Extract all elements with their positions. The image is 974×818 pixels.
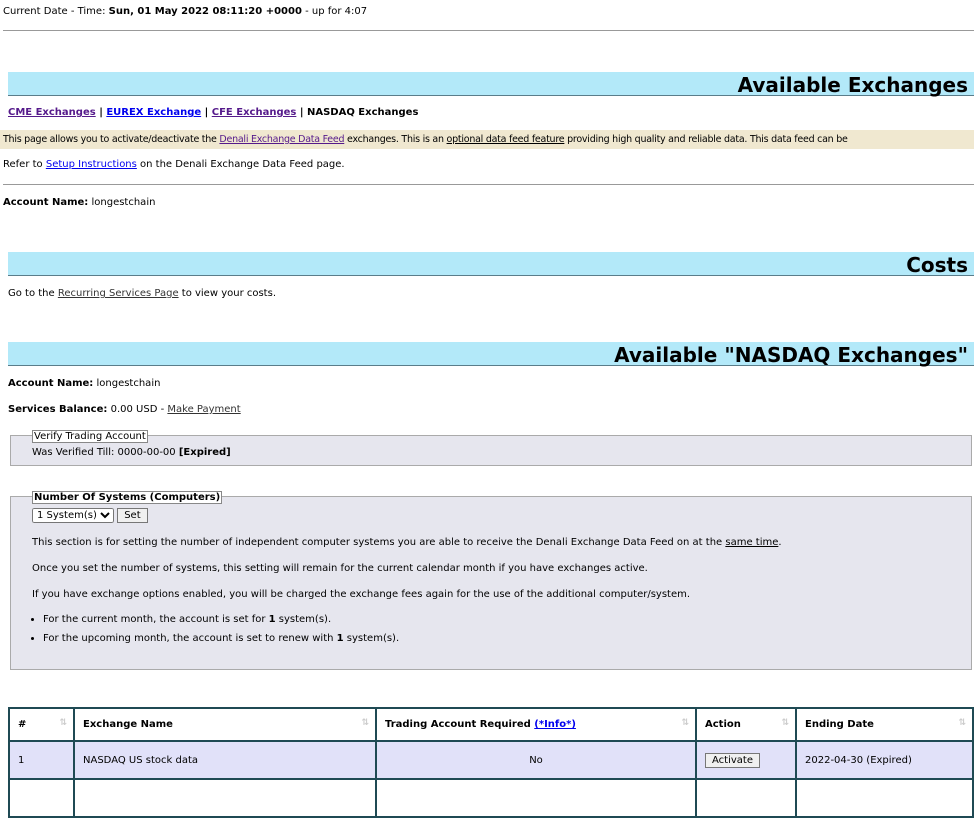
nav-cme[interactable]: CME Exchanges (8, 107, 96, 118)
account-name: Account Name: longestchain (3, 197, 156, 208)
systems-p3: If you have exchange options enabled, yo… (32, 589, 691, 600)
sort-icon: ⇅ (361, 718, 369, 728)
account-name-2: Account Name: longestchain (8, 378, 161, 389)
exchanges-table: # ⇅ Exchange Name ⇅ Trading Account Requir… (8, 707, 974, 818)
header-datetime: Current Date - Time: Sun, 01 May 2022 08… (3, 6, 368, 17)
sep: | (299, 107, 304, 118)
nav-cfe[interactable]: CFE Exchanges (212, 107, 297, 118)
systems-p2: Once you set the number of systems, this… (32, 563, 648, 574)
denali-feed-link[interactable]: Denali Exchange Data Feed (219, 134, 344, 145)
col-num[interactable]: # ⇅ (8, 707, 75, 742)
col-required[interactable]: Trading Account Required (*Info*) ⇅ (375, 707, 697, 742)
sep: | (99, 107, 103, 118)
activate-button[interactable]: Activate (705, 752, 760, 768)
col-ending[interactable]: Ending Date ⇅ (795, 707, 974, 742)
section-title: Available "NASDAQ Exchanges" (614, 343, 968, 367)
systems-p1: This section is for setting the number o… (32, 537, 782, 548)
sort-icon: ⇅ (781, 718, 789, 728)
intro-text: This page allows you to activate/deactiv… (0, 130, 974, 149)
table-row (8, 778, 974, 818)
section-title: Costs (906, 253, 968, 277)
systems-list: For the current month, the account is se… (11, 614, 399, 652)
costs-text: Go to the Recurring Services Page to vie… (8, 288, 276, 299)
costs-banner: Costs (8, 252, 974, 277)
table-row: 1 NASDAQ US stock data No Activate 2022-… (8, 740, 974, 780)
sort-icon: ⇅ (958, 718, 966, 728)
verify-legend: Verify Trading Account (32, 430, 148, 443)
sep: | (204, 107, 209, 118)
sort-icon: ⇅ (59, 718, 67, 728)
cell-num: 1 (8, 740, 75, 780)
col-name[interactable]: Exchange Name ⇅ (73, 707, 377, 742)
setup-instructions-link[interactable]: Setup Instructions (46, 159, 137, 170)
recurring-services-link[interactable]: Recurring Services Page (58, 288, 179, 299)
set-button[interactable]: Set (117, 508, 148, 523)
nav-eurex[interactable]: EUREX Exchange (106, 107, 201, 118)
divider (3, 184, 974, 185)
col-action[interactable]: Action ⇅ (695, 707, 797, 742)
same-time-link[interactable]: same time (725, 537, 778, 548)
sort-icon: ⇅ (681, 718, 689, 728)
services-balance: Services Balance: 0.00 USD - Make Paymen… (8, 404, 241, 415)
cell-required: No (375, 740, 697, 780)
optional-feature-link[interactable]: optional data feed feature (447, 134, 565, 145)
verify-fieldset: Verify Trading Account Was Verified Till… (10, 430, 972, 466)
systems-fieldset: Number Of Systems (Computers) 1 System(s… (10, 491, 972, 670)
verified-till: Was Verified Till: 0000-00-00 [Expired] (32, 447, 231, 458)
cell-ending: 2022-04-30 (Expired) (795, 740, 974, 780)
table-header-row: # ⇅ Exchange Name ⇅ Trading Account Requir… (8, 707, 974, 742)
systems-legend: Number Of Systems (Computers) (32, 491, 223, 504)
list-item: For the upcoming month, the account is s… (43, 633, 399, 644)
exchange-nav: CME Exchanges | EUREX Exchange | CFE Exc… (8, 107, 418, 118)
systems-select[interactable]: 1 System(s) (32, 508, 114, 523)
nav-nasdaq-current: NASDAQ Exchanges (306, 107, 419, 118)
cell-name: NASDAQ US stock data (73, 740, 377, 780)
list-item: For the current month, the account is se… (43, 614, 399, 625)
exchanges-banner: Available Exchanges (8, 72, 974, 97)
refer-text: Refer to Setup Instructions on the Denal… (3, 159, 345, 170)
divider (3, 30, 974, 31)
info-link[interactable]: (*Info*) (534, 719, 576, 730)
section-title: Available Exchanges (737, 73, 968, 97)
nasdaq-banner: Available "NASDAQ Exchanges" (8, 342, 974, 367)
cell-action: Activate (695, 740, 797, 780)
make-payment-link[interactable]: Make Payment (167, 404, 240, 415)
